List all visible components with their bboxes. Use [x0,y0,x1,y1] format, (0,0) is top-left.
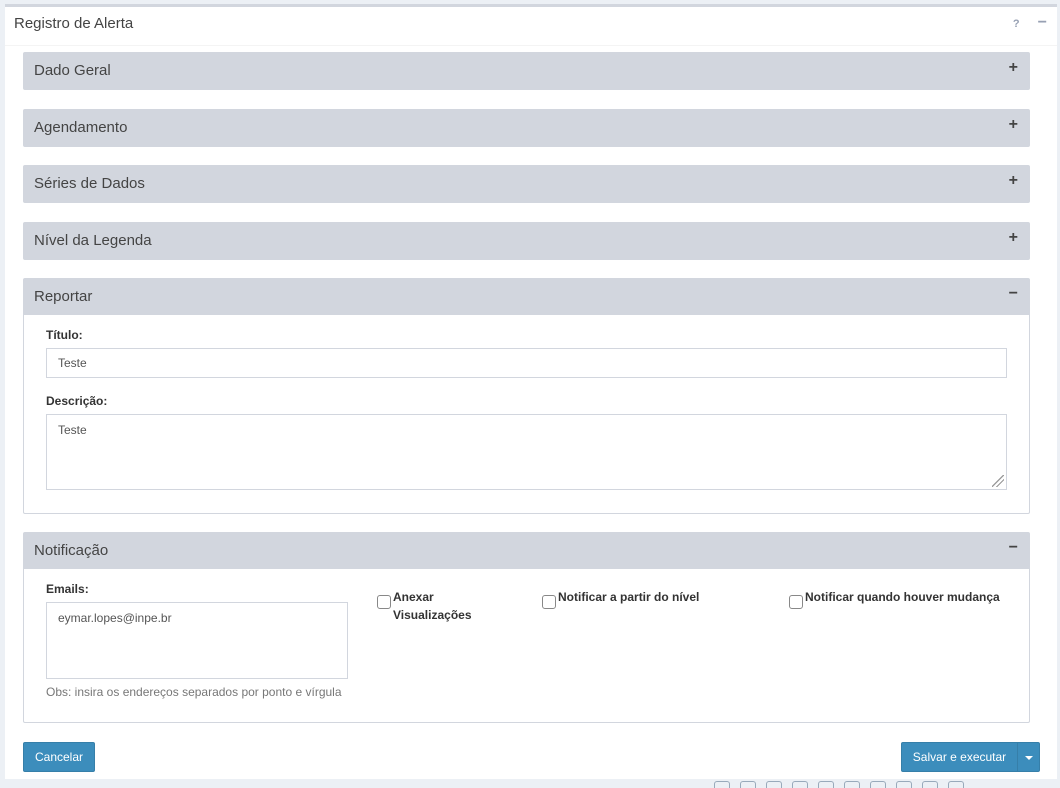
emails-hint: Obs: insira os endereços separados por p… [46,685,342,699]
resize-handle-icon[interactable] [992,475,1004,487]
attach-visualizations-label: Anexar Visualizações [393,588,472,624]
description-value: Teste [58,423,87,437]
title-input-value: Teste [58,356,87,370]
collapse-icon[interactable]: − [1009,285,1018,303]
panel-nivel-da-legenda: Nível da Legenda + [23,222,1030,260]
save-and-execute-button[interactable]: Salvar e executar [901,742,1018,772]
emails-value: eymar.lopes@inpe.br [58,611,172,625]
expand-icon[interactable]: + [1009,116,1018,134]
minimize-icon[interactable]: − [1038,15,1047,32]
title-input[interactable]: Teste [46,348,1007,378]
attach-visualizations-checkbox[interactable] [377,595,391,609]
panel-header-notificacao[interactable]: Notificação − [24,533,1029,569]
notify-on-change-checkbox[interactable] [789,595,803,609]
panel-header-nivel-da-legenda[interactable]: Nível da Legenda + [24,223,1029,259]
panel-title: Nível da Legenda [34,232,152,249]
emails-label: Emails: [46,582,89,596]
panel-header-series-de-dados[interactable]: Séries de Dados + [24,166,1029,202]
title-label: Título: [46,328,83,342]
expand-icon[interactable]: + [1009,229,1018,247]
panel-series-de-dados: Séries de Dados + [23,165,1030,203]
panel-header-agendamento[interactable]: Agendamento + [24,110,1029,146]
panel-notificacao: Notificação − Emails: eymar.lopes@inpe.b… [23,532,1030,723]
expand-icon[interactable]: + [1009,172,1018,190]
expand-icon[interactable]: + [1009,59,1018,77]
description-textarea[interactable]: Teste [46,414,1007,490]
attach-label-line1: Anexar [393,590,434,604]
cancel-button[interactable]: Cancelar [23,742,95,772]
panel-title: Agendamento [34,119,128,136]
description-label: Descrição: [46,394,108,408]
panel-title: Reportar [34,288,93,305]
panel-title: Dado Geral [34,62,111,79]
box-header: Registro de Alerta ? − [5,7,1057,46]
save-options-dropdown[interactable] [1017,742,1040,772]
panel-title: Notificação [34,542,109,559]
notify-from-level-label: Notificar a partir do nível [558,590,700,604]
panel-dado-geral: Dado Geral + [23,52,1030,90]
box-tools: ? − [1013,15,1047,32]
panel-title: Séries de Dados [34,175,145,192]
panel-agendamento: Agendamento + [23,109,1030,147]
panel-header-reportar[interactable]: Reportar − [24,279,1029,315]
panel-reportar: Reportar − Título: Teste Descrição: Test… [23,278,1030,514]
page-title: Registro de Alerta [14,15,134,32]
chevron-down-icon [1024,755,1033,760]
panel-header-dado-geral[interactable]: Dado Geral + [24,53,1029,89]
collapse-icon[interactable]: − [1009,539,1018,557]
notify-on-change-label: Notificar quando houver mudança [805,590,1000,604]
attach-label-line2: Visualizações [393,608,472,622]
help-icon[interactable]: ? [1013,16,1020,32]
emails-textarea[interactable]: eymar.lopes@inpe.br [46,602,348,679]
notify-from-level-checkbox[interactable] [542,595,556,609]
